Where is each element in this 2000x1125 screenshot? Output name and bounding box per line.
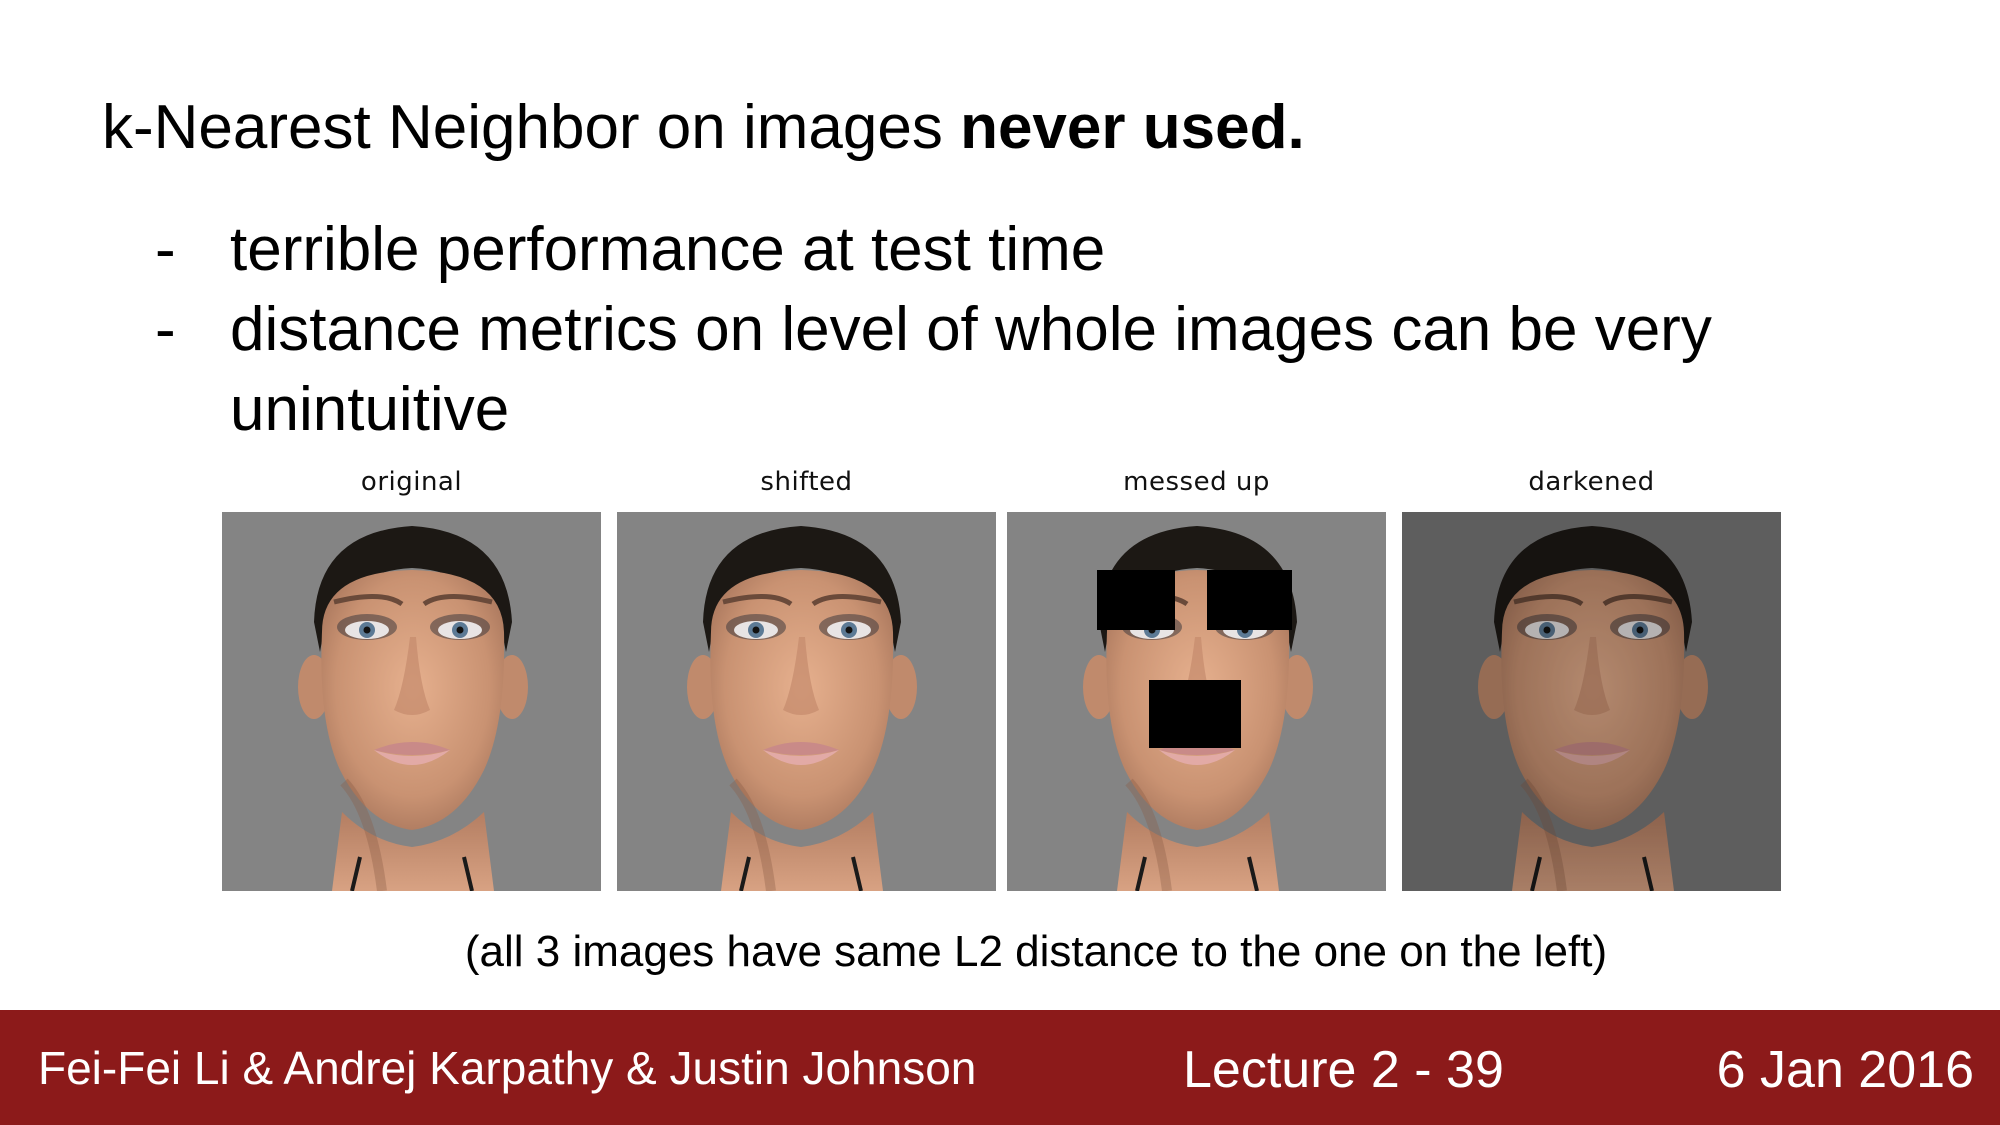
right-pupil xyxy=(1636,626,1644,634)
face-drawing xyxy=(1007,512,1386,891)
left-pupil xyxy=(1543,626,1551,634)
panel-original: original xyxy=(222,462,601,891)
occlusion-box-left-eye xyxy=(1097,570,1175,630)
bullet-text: terrible performance at test time xyxy=(230,215,1106,284)
bullet-list: - terrible performance at test time - di… xyxy=(155,210,1755,450)
footer-date: 6 Jan 2016 xyxy=(1716,1041,1974,1099)
face-drawing xyxy=(617,512,996,891)
panel-shifted: shifted xyxy=(617,462,996,891)
bullet-text: distance metrics on level of whole image… xyxy=(230,295,1712,444)
title-plain: k-Nearest Neighbor on images xyxy=(102,93,961,162)
bullet-item: - distance metrics on level of whole ima… xyxy=(155,290,1755,450)
face-image-original xyxy=(222,512,601,891)
panel-label: original xyxy=(360,467,463,497)
slide-title: k-Nearest Neighbor on images never used. xyxy=(102,92,1305,164)
footer-authors: Fei-Fei Li & Andrej Karpathy & Justin Jo… xyxy=(38,1042,977,1094)
left-pupil xyxy=(752,626,760,634)
face-image-darkened xyxy=(1402,512,1781,891)
face-comparison-figure: original shifted messed up darkened xyxy=(222,462,1782,892)
face-image-messed-up xyxy=(1007,512,1386,891)
panel-darkened: darkened xyxy=(1402,462,1781,891)
panel-messed-up: messed up xyxy=(1007,462,1386,891)
bullet-dash: - xyxy=(155,295,176,364)
face-image-shifted xyxy=(617,512,996,891)
face-drawing xyxy=(222,512,601,891)
occlusion-box-right-eye xyxy=(1207,570,1292,630)
panel-label: messed up xyxy=(1123,467,1270,497)
caption-text: (all 3 images have same L2 distance to t… xyxy=(464,927,1608,976)
slide: k-Nearest Neighbor on images never used.… xyxy=(0,0,2000,1125)
footer-lecture: Lecture 2 - 39 xyxy=(1183,1041,1504,1099)
bullet-dash: - xyxy=(155,215,176,284)
panel-label: shifted xyxy=(760,467,853,497)
right-pupil xyxy=(456,626,464,634)
title-bold: never used. xyxy=(960,93,1305,162)
left-pupil xyxy=(363,626,371,634)
face-drawing xyxy=(1402,512,1781,891)
panel-label: darkened xyxy=(1528,467,1655,497)
footer-bar: Fei-Fei Li & Andrej Karpathy & Justin Jo… xyxy=(0,1010,2000,1125)
right-pupil xyxy=(845,626,853,634)
occlusion-box-mouth xyxy=(1149,680,1241,748)
figure-caption: (all 3 images have same L2 distance to t… xyxy=(0,925,2000,979)
bullet-item: - terrible performance at test time xyxy=(155,210,1755,290)
